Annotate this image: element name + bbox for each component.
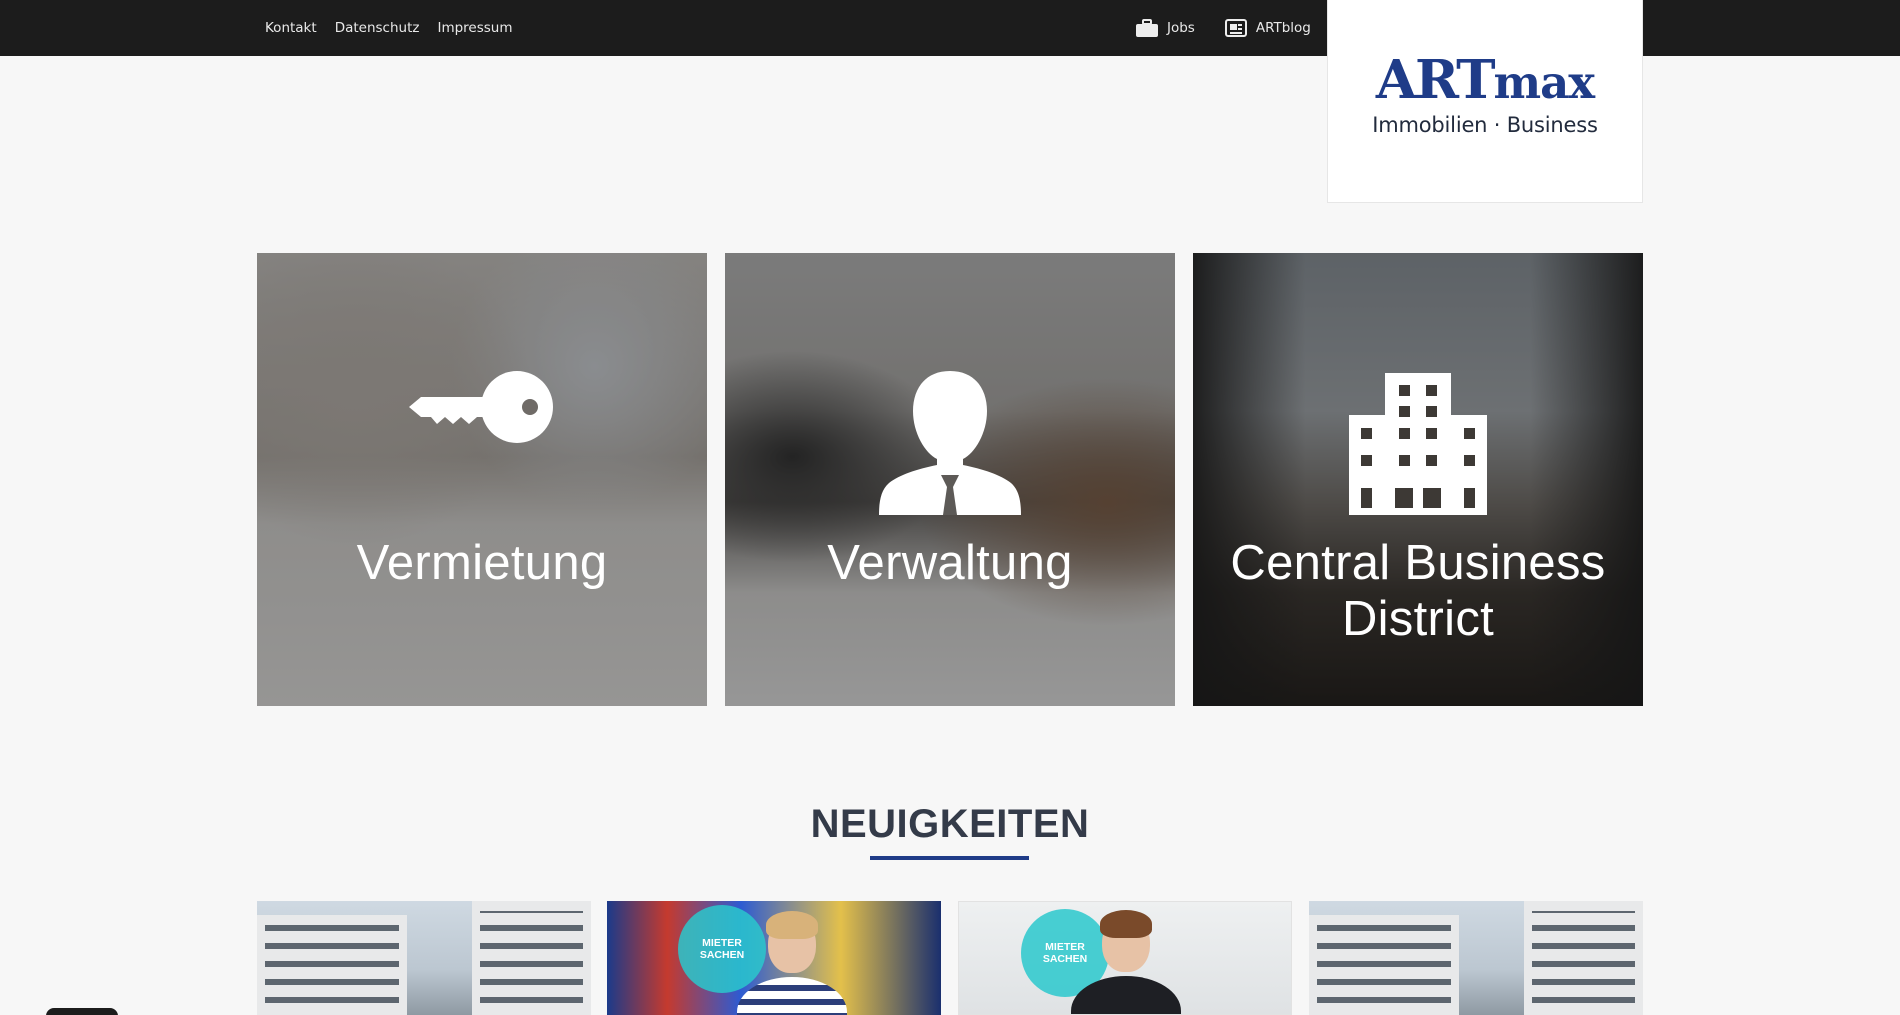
news-card[interactable] — [1309, 901, 1643, 1015]
logo-wordmark: ARTmax — [1376, 53, 1596, 109]
top-nav-left: Kontakt Datenschutz Impressum — [265, 0, 513, 56]
nav-link-datenschutz[interactable]: Datenschutz — [335, 20, 420, 36]
key-icon — [409, 369, 555, 449]
logo-max: max — [1493, 55, 1596, 109]
nav-link-artblog[interactable]: ARTblog — [1224, 19, 1311, 37]
nav-link-kontakt[interactable]: Kontakt — [265, 20, 317, 36]
nav-link-impressum[interactable]: Impressum — [437, 20, 512, 36]
news-card[interactable]: MIETER SACHEN — [607, 901, 941, 1015]
logo-art: ART — [1375, 48, 1496, 111]
nav-link-jobs[interactable]: Jobs — [1136, 19, 1195, 37]
nav-label-artblog: ARTblog — [1255, 20, 1311, 36]
news-photo-woman — [737, 911, 847, 1015]
building-icon — [1349, 373, 1487, 519]
cookie-settings-tab[interactable] — [46, 1008, 118, 1015]
news-photo-man — [1071, 910, 1181, 1014]
section-title-underline — [870, 856, 1029, 860]
news-photo-building — [1309, 915, 1459, 1015]
service-tile-vermietung[interactable]: Vermietung — [257, 253, 707, 706]
service-label: Central Business District — [1230, 536, 1606, 646]
news-photo-building — [257, 915, 407, 1015]
nav-label-jobs: Jobs — [1167, 20, 1195, 36]
service-tile-verwaltung[interactable]: Verwaltung — [725, 253, 1175, 706]
artmax-logo[interactable]: ARTmax Immobilien · Business — [1327, 0, 1643, 203]
briefcase-icon — [1136, 19, 1158, 37]
top-nav-right: Jobs ARTblog — [1136, 0, 1311, 56]
news-card[interactable]: MIETER SACHEN — [958, 901, 1292, 1015]
businessman-icon — [877, 371, 1023, 519]
newspaper-icon — [1224, 19, 1247, 37]
logo-subtitle: Immobilien · Business — [1372, 112, 1598, 137]
service-label: Verwaltung — [827, 536, 1073, 590]
service-tile-central-business-district[interactable]: Central Business District — [1193, 253, 1643, 706]
service-label: Vermietung — [356, 536, 608, 590]
section-title-neuigkeiten: NEUIGKEITEN — [810, 802, 1090, 846]
news-card[interactable] — [257, 901, 591, 1015]
